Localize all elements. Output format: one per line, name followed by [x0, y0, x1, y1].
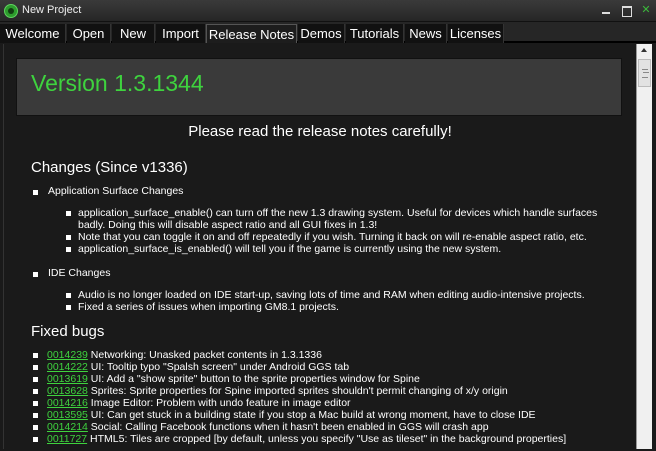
tab-release-notes[interactable]: Release Notes	[206, 24, 297, 43]
bug-item: 0014239 Networking: Unasked packet conte…	[33, 349, 322, 361]
scroll-up-arrow-icon[interactable]	[637, 44, 652, 58]
bug-link[interactable]: 0014214	[33, 421, 88, 433]
bug-link[interactable]: 0014239	[33, 349, 88, 361]
tab-import[interactable]: Import	[156, 24, 206, 43]
tab-demos[interactable]: Demos	[298, 24, 345, 43]
tab-tutorials[interactable]: Tutorials	[346, 24, 404, 43]
bug-item: 0013628 Sprites: Sprite properties for S…	[33, 385, 508, 397]
list-item: IDE Changes	[33, 267, 110, 279]
fixed-bugs-heading: Fixed bugs	[31, 323, 105, 340]
bug-link[interactable]: 0014222	[33, 361, 88, 373]
list-item: application_surface_is_enabled() will te…	[66, 243, 501, 255]
tab-new[interactable]: New	[112, 24, 155, 43]
app-icon	[4, 4, 18, 18]
bug-item: 0014216 Image Editor: Problem with undo …	[33, 397, 351, 409]
bug-item: 0014222 UI: Tooltip typo "Spalsh screen"…	[33, 361, 349, 373]
list-item: Note that you can toggle it on and off r…	[66, 231, 587, 243]
scroll-thumb[interactable]	[638, 59, 651, 87]
bug-link[interactable]: 0011727	[33, 433, 87, 445]
list-item: Audio is no longer loaded on IDE start-u…	[66, 289, 585, 301]
bug-link[interactable]: 0013619	[33, 373, 88, 385]
list-item: Fixed a series of issues when importing …	[66, 301, 339, 313]
bug-item: 0013619 UI: Add a "show sprite" button t…	[33, 373, 420, 385]
bug-item: 0011727 HTML5: Tiles are cropped [by def…	[33, 433, 566, 445]
release-notice: Please read the release notes carefully!	[188, 123, 452, 140]
tab-open[interactable]: Open	[67, 24, 111, 43]
tab-bar: Welcome Open New Import Release Notes De…	[0, 22, 656, 43]
bug-link[interactable]: 0013628	[33, 385, 88, 397]
tab-welcome[interactable]: Welcome	[0, 24, 66, 43]
list-item: application_surface_enable() can turn of…	[66, 207, 597, 231]
list-item: Application Surface Changes	[33, 185, 183, 197]
tab-news[interactable]: News	[405, 24, 447, 43]
tab-licenses[interactable]: Licenses	[448, 24, 504, 43]
changes-heading: Changes (Since v1336)	[31, 159, 188, 176]
release-notes-content: Version 1.3.1344 Please read the release…	[3, 44, 635, 449]
bug-item: 0014214 Social: Calling Facebook functio…	[33, 421, 489, 433]
maximize-button[interactable]	[618, 3, 634, 17]
version-banner: Version 1.3.1344	[16, 58, 622, 116]
bug-link[interactable]: 0013595	[33, 409, 88, 421]
vertical-scrollbar[interactable]	[636, 44, 652, 449]
bug-item: 0013595 UI: Can get stuck in a building …	[33, 409, 536, 421]
version-heading: Version 1.3.1344	[31, 70, 204, 96]
bug-link[interactable]: 0014216	[33, 397, 88, 409]
window-title: New Project	[22, 4, 82, 16]
close-button[interactable]: ✕	[638, 3, 654, 17]
title-bar: New Project ✕	[0, 0, 656, 22]
minimize-button[interactable]	[598, 3, 614, 17]
